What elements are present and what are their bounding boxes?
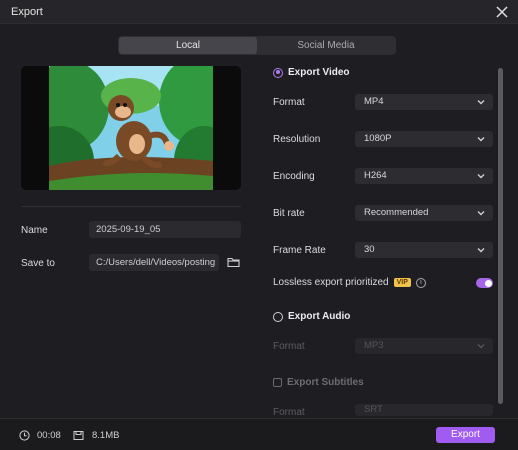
radio-icon — [273, 311, 283, 322]
title-bar: Export — [0, 0, 518, 24]
tab-bar: Local Social Media — [118, 36, 396, 55]
framerate-label: Frame Rate — [273, 245, 326, 256]
export-subtitles-option[interactable]: Export Subtitles — [273, 377, 364, 388]
subtitles-format-label: Format — [273, 407, 305, 418]
resolution-select[interactable]: 1080P — [355, 131, 493, 147]
framerate-select[interactable]: 30 — [355, 242, 493, 258]
audio-format-value: MP3 — [364, 340, 384, 351]
lossless-label: Lossless export prioritized — [273, 277, 389, 288]
window-title: Export — [11, 6, 43, 18]
encoding-label: Encoding — [273, 171, 315, 182]
video-preview — [21, 66, 241, 190]
clock-icon — [19, 430, 30, 441]
footer: 00:08 8.1MB Export — [0, 418, 518, 450]
chevron-down-icon — [477, 100, 485, 105]
bitrate-value: Recommended — [364, 207, 429, 218]
preview-thumbnail — [49, 66, 213, 190]
encoding-value: H264 — [364, 170, 387, 181]
chevron-down-icon — [477, 174, 485, 179]
subtitles-format-select[interactable]: SRT — [355, 404, 493, 416]
export-audio-heading: Export Audio — [288, 311, 351, 322]
scrollbar-thumb[interactable] — [498, 68, 503, 404]
info-icon[interactable]: i — [415, 277, 426, 288]
format-value: MP4 — [364, 96, 384, 107]
checkbox-icon — [273, 378, 282, 387]
tab-social-media[interactable]: Social Media — [257, 37, 395, 54]
divider — [21, 206, 241, 207]
duration-info: 00:08 — [19, 430, 61, 441]
scrollbar[interactable] — [498, 68, 503, 404]
audio-format-select[interactable]: MP3 — [355, 338, 493, 354]
subtitles-format-value: SRT — [364, 404, 383, 415]
export-subtitles-heading: Export Subtitles — [287, 377, 364, 388]
size-info: 8.1MB — [73, 430, 119, 441]
audio-format-label: Format — [273, 341, 305, 352]
export-audio-option[interactable]: Export Audio — [273, 311, 350, 322]
save-path-input[interactable]: C:/Users/dell/Videos/posting — [89, 254, 219, 271]
tab-local[interactable]: Local — [119, 37, 257, 54]
size-value: 8.1MB — [92, 430, 120, 441]
chevron-down-icon — [477, 248, 485, 253]
radio-icon — [273, 67, 283, 78]
resolution-value: 1080P — [364, 133, 392, 144]
framerate-value: 30 — [364, 244, 375, 255]
vip-badge: VIP — [393, 278, 411, 287]
encoding-select[interactable]: H264 — [355, 168, 493, 184]
duration-value: 00:08 — [37, 430, 61, 441]
chevron-down-icon — [477, 137, 485, 142]
chevron-down-icon — [477, 344, 485, 349]
resolution-label: Resolution — [273, 134, 321, 145]
name-input[interactable]: 2025-09-19_05 — [89, 221, 241, 238]
folder-icon[interactable] — [227, 256, 240, 268]
chevron-down-icon — [477, 211, 485, 216]
save-to-label: Save to — [21, 258, 55, 269]
bitrate-select[interactable]: Recommended — [355, 205, 493, 221]
export-button[interactable]: Export — [436, 427, 495, 443]
name-label: Name — [21, 225, 48, 236]
export-video-heading: Export Video — [288, 67, 350, 78]
format-label: Format — [273, 97, 305, 108]
bitrate-label: Bit rate — [273, 208, 305, 219]
format-select[interactable]: MP4 — [355, 94, 493, 110]
close-icon[interactable] — [494, 4, 510, 20]
export-video-option[interactable]: Export Video — [273, 67, 350, 78]
lossless-toggle[interactable] — [476, 278, 493, 288]
file-size-icon — [73, 431, 84, 440]
lossless-row: Lossless export prioritized VIP i — [273, 277, 426, 288]
